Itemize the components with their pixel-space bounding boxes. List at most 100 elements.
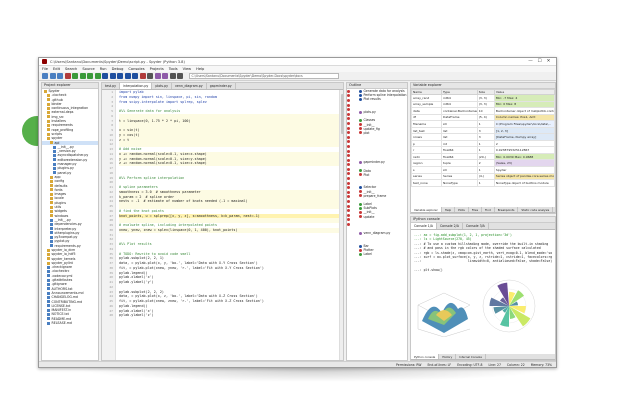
console-tabs: Console 1/A Console 2/A Console 3/A xyxy=(411,223,555,230)
status-bar: Permissions: RW End-of-lines: LF Encoding:… xyxy=(39,361,556,367)
pane-tab[interactable]: Static code analysis xyxy=(518,207,554,212)
toolbar-button-6[interactable] xyxy=(87,73,93,79)
toolbar-button-12[interactable] xyxy=(132,73,138,79)
file-icon xyxy=(47,265,50,269)
symbol-icon xyxy=(359,202,362,206)
editor-tab[interactable]: test.py xyxy=(102,83,121,89)
toolbar-button-15[interactable] xyxy=(154,73,161,79)
file-icon xyxy=(47,278,50,282)
console-tab[interactable]: Console 2/A xyxy=(437,223,463,229)
pane-tab[interactable]: Help xyxy=(442,207,456,212)
editor-scrollbar[interactable] xyxy=(339,90,343,360)
close-button[interactable]: ✕ xyxy=(544,59,553,64)
file-icon xyxy=(47,313,50,317)
outline-item-label: Plot xyxy=(363,172,370,177)
symbol-icon xyxy=(359,185,362,189)
editor-tab[interactable]: plots.py xyxy=(152,83,173,89)
folder-icon xyxy=(50,141,53,145)
folder-icon xyxy=(50,184,53,188)
console-output[interactable]: ...: ax = fig.add_subplot(1, 2, 1, proje… xyxy=(411,231,555,352)
toolbar-button-2[interactable] xyxy=(57,73,63,79)
breakpoint-icon xyxy=(347,177,350,181)
console-footer-tab[interactable]: History xyxy=(439,354,457,359)
toolbar-button-0[interactable] xyxy=(42,73,48,79)
toolbar-button-8[interactable] xyxy=(102,73,108,79)
outline-marker xyxy=(347,222,359,227)
editor-tab[interactable]: venn_diagram.py xyxy=(172,83,207,89)
pane-tab[interactable]: Profiler xyxy=(553,207,555,212)
file-icon xyxy=(50,244,53,248)
toolbar-button-5[interactable] xyxy=(79,73,86,79)
minimize-button[interactable]: — xyxy=(526,59,535,64)
editor-tab[interactable]: gapminder.py xyxy=(207,83,236,89)
menu-item-debug[interactable]: Debug xyxy=(112,67,124,71)
maximize-button[interactable]: ☐ xyxy=(535,59,544,64)
breakpoint-icon xyxy=(347,186,350,190)
editor-pane: test.py interpolation.py plots.py venn_diag… xyxy=(101,82,344,361)
main-area: Project explorer Spyder .ciocheck .github b… xyxy=(39,82,556,361)
editor-tab[interactable]: interpolation.py xyxy=(120,83,153,89)
pane-tab[interactable]: Variable explorer xyxy=(411,207,442,212)
toolbar-button-7[interactable] xyxy=(94,73,101,79)
menu-item-file[interactable]: File xyxy=(42,67,48,71)
toolbar-button-9[interactable] xyxy=(109,73,116,79)
pane-tab[interactable]: Plots xyxy=(455,207,469,212)
project-explorer-pane: Project explorer Spyder .ciocheck .github b… xyxy=(41,82,99,361)
file-icon xyxy=(47,321,50,325)
pane-tab[interactable]: Breakpoints xyxy=(495,207,519,212)
breakpoint-icon xyxy=(347,204,350,208)
toolbar-button-14[interactable] xyxy=(147,73,153,79)
project-tree: Spyder .ciocheck .github binder continuous_i… xyxy=(42,89,98,325)
console-footer-tab[interactable]: Python console xyxy=(411,354,440,359)
toolbar-button-11[interactable] xyxy=(124,73,131,79)
symbol-icon xyxy=(359,131,362,135)
menu-item-help[interactable]: Help xyxy=(196,67,204,71)
toolbar-button-18[interactable] xyxy=(177,73,183,79)
status-item: Column: 22 xyxy=(506,362,525,367)
code-area[interactable]: import pylab from numpy import sin, linsp… xyxy=(116,90,339,360)
toolbar-button-13[interactable] xyxy=(139,73,146,79)
breakpoint-icon xyxy=(347,209,350,213)
console-tab[interactable]: Console 3/A xyxy=(463,223,489,229)
tree-item[interactable]: RELEASE.md xyxy=(42,321,98,325)
file-icon xyxy=(47,308,50,312)
menu-item-view[interactable]: View xyxy=(183,67,192,71)
breakpoint-icon xyxy=(347,135,350,139)
menu-item-consoles[interactable]: Consoles xyxy=(128,67,144,71)
surface-plot-figure xyxy=(417,292,471,337)
menu-item-tools[interactable]: Tools xyxy=(169,67,178,71)
outline-item-label: plot xyxy=(363,130,370,135)
folder-icon xyxy=(47,261,50,265)
menu-item-source[interactable]: Source xyxy=(82,67,94,71)
menu-item-projects[interactable]: Projects xyxy=(150,67,164,71)
toolbar-button-16[interactable] xyxy=(162,73,168,79)
toolbar-button-1[interactable] xyxy=(49,73,56,79)
breakpoint-icon xyxy=(347,89,350,93)
folder-icon xyxy=(47,124,50,128)
variable-row[interactable]: test_none NoneType 1 NoneType object of bui… xyxy=(411,179,555,187)
menu-item-run[interactable]: Run xyxy=(100,67,107,71)
title-bar: C:\Users\Santanu\Documents\Spyder\Demo\s… xyxy=(39,58,556,66)
folder-icon xyxy=(47,115,50,119)
folder-icon xyxy=(50,192,53,196)
file-icon xyxy=(50,218,53,222)
toolbar-button-3[interactable] xyxy=(64,73,71,79)
line-number: 48 xyxy=(109,313,113,318)
breakpoint-icon xyxy=(347,154,350,158)
console-tab[interactable]: Console 1/A xyxy=(411,223,437,229)
spyder-window: C:\Users\Santanu\Documents\Spyder\Demo\s… xyxy=(38,57,557,368)
menu-item-edit[interactable]: Edit xyxy=(53,67,60,71)
pane-tab[interactable]: Find xyxy=(482,207,495,212)
outline-item-label: gapminder.py xyxy=(363,160,385,165)
pane-tab[interactable]: Files xyxy=(469,207,483,212)
file-icon xyxy=(47,270,50,274)
outline-item[interactable] xyxy=(359,257,407,261)
toolbar-button-17[interactable] xyxy=(169,73,176,79)
working-directory-input[interactable]: C:\Users\Santanu\Documents\Spyder\Demo\S… xyxy=(188,73,339,79)
editor-scrollbar-thumb[interactable] xyxy=(340,94,343,134)
menu-item-search[interactable]: Search xyxy=(65,67,77,71)
console-footer-tab[interactable]: Internal Console xyxy=(456,354,487,359)
breakpoint-icon xyxy=(347,103,350,107)
toolbar-button-4[interactable] xyxy=(72,73,78,79)
toolbar-button-10[interactable] xyxy=(117,73,123,79)
